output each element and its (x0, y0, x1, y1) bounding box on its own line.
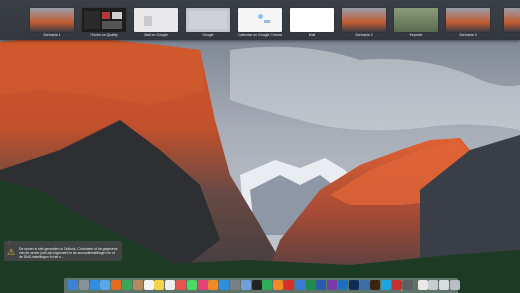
space-desktop-3[interactable]: Scrivania 3 (446, 8, 490, 39)
reminders-icon[interactable] (165, 280, 176, 290)
space-calendar[interactable]: Calendar on Google Chrome (238, 8, 282, 39)
system-preferences-icon[interactable] (230, 280, 240, 290)
pages-icon[interactable] (273, 280, 284, 290)
onenote-icon[interactable] (327, 280, 338, 290)
warning-icon: ⚠ (7, 247, 16, 257)
space-thumbnail (186, 8, 230, 32)
space-thumbnail (394, 8, 438, 32)
documents-stack-icon[interactable] (439, 280, 450, 290)
space-label: Mail on Google (144, 33, 168, 37)
space-label: Scrivania 3 (459, 33, 477, 37)
space-thumbnail (290, 8, 334, 32)
add-space-partial[interactable] (504, 8, 520, 39)
filezilla-icon[interactable] (392, 280, 402, 290)
space-mail-2[interactable]: Mail (290, 8, 334, 39)
notification-text: De server is niet gevonden in Outlook. C… (19, 247, 118, 260)
ibooks-icon[interactable] (208, 280, 219, 290)
lightroom-icon[interactable] (359, 280, 370, 290)
space-label: Scrivania 1 (43, 33, 61, 37)
space-thumbnail (82, 8, 126, 32)
space-label: Scrivania 2 (355, 33, 373, 37)
space-label: Google (202, 33, 214, 37)
outlook-notification[interactable]: ⚠ De server is niet gevonden in Outlook.… (4, 241, 122, 261)
itunes-icon[interactable] (197, 280, 208, 290)
space-label: Mail (308, 33, 316, 37)
firefox-icon[interactable] (111, 280, 122, 290)
downloads-stack-icon[interactable] (428, 280, 439, 290)
app-store-icon[interactable] (219, 280, 230, 290)
space-desktop-2[interactable]: Scrivania 2 (342, 8, 386, 39)
vmware-icon[interactable] (402, 280, 413, 290)
photos-icon[interactable] (176, 280, 186, 290)
textedit-icon[interactable] (417, 280, 428, 290)
numbers-icon[interactable] (262, 280, 273, 290)
contacts-icon[interactable] (132, 280, 143, 290)
mail-icon[interactable] (100, 280, 111, 290)
illustrator-icon[interactable] (370, 280, 381, 290)
space-label: iTunes on Quality (90, 33, 118, 37)
trash-icon[interactable] (450, 280, 460, 290)
finder-icon[interactable] (68, 280, 78, 290)
skype-icon[interactable] (381, 280, 392, 290)
space-mail[interactable]: Mail on Google (134, 8, 178, 39)
space-label: Calendar on Google Chrome (238, 33, 282, 37)
dock (64, 278, 460, 293)
space-thumbnail (134, 8, 178, 32)
space-thumbnail (342, 8, 386, 32)
space-label: Keynote (409, 33, 423, 37)
mission-control-spaces-bar: Scrivania 1 iTunes on Quality Mail on Go… (0, 0, 520, 40)
photoshop-icon[interactable] (348, 280, 359, 290)
space-desktop-1[interactable]: Scrivania 1 (30, 8, 74, 39)
launchpad-icon[interactable] (78, 280, 89, 290)
space-thumbnail (30, 8, 74, 32)
word-icon[interactable] (316, 280, 327, 290)
messages-icon[interactable] (186, 280, 197, 290)
excel-icon[interactable] (305, 280, 316, 290)
space-itunes[interactable]: iTunes on Quality (82, 8, 126, 39)
calendar-icon[interactable] (143, 280, 154, 290)
safari-icon[interactable] (89, 280, 100, 290)
terminal-icon[interactable] (251, 280, 262, 290)
space-thumbnail (238, 8, 282, 32)
screen: Scrivania 1 iTunes on Quality Mail on Go… (0, 0, 520, 293)
outlook-icon[interactable] (338, 280, 348, 290)
keynote-icon[interactable] (294, 280, 305, 290)
preview-icon[interactable] (240, 280, 251, 290)
acrobat-icon[interactable] (284, 280, 294, 290)
chrome-icon[interactable] (122, 280, 132, 290)
space-thumbnail (504, 8, 520, 32)
notes-icon[interactable] (154, 280, 165, 290)
space-google[interactable]: Google (186, 8, 230, 39)
space-keynote[interactable]: Keynote (394, 8, 438, 39)
space-thumbnail (446, 8, 490, 32)
